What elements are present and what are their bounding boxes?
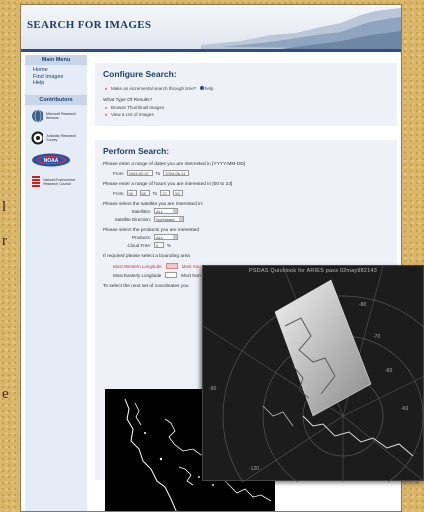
mountain-banner-art <box>201 8 401 49</box>
configure-search-heading: Configure Search: <box>103 69 177 79</box>
lat-label: -80 <box>359 302 367 308</box>
lon-label: -120 <box>249 466 260 472</box>
contributor-logo[interactable]: NOAA <box>25 149 87 171</box>
nasa-logo-icon: NOAA <box>32 153 70 166</box>
perform-search-heading: Perform Search: <box>103 146 170 156</box>
cloud-free-label: Cloud Free: <box>127 242 151 248</box>
help-link[interactable]: help <box>205 86 214 91</box>
satellite-direction-label: Satellite Direction: <box>114 216 151 222</box>
hour-from-minute-input[interactable]: 59 <box>139 190 150 196</box>
north-latitude-label: Most Nort <box>181 272 201 278</box>
edge-glyph: r <box>2 233 7 249</box>
cloud-free-unit: % <box>167 242 172 248</box>
hour-from-input[interactable]: 00 <box>126 190 137 196</box>
result-option-thumbnails[interactable]: Browse Thumbnail Images <box>103 104 389 111</box>
contributors-heading: Contributors <box>25 94 87 105</box>
products-select[interactable]: ALL <box>154 234 178 240</box>
page-banner: SEARCH FOR IMAGES <box>21 5 401 49</box>
configure-search-section: Configure Search: Make an incremental se… <box>95 63 397 126</box>
polar-projection-image <box>203 266 424 482</box>
globe-logo-icon <box>32 109 43 122</box>
satellite-direction-select[interactable]: Northward <box>154 216 184 222</box>
main-menu-heading: Main Menu <box>25 55 87 65</box>
date-from-input[interactable]: 2003-02-07 <box>126 170 153 176</box>
banner-divider <box>21 49 401 52</box>
hour-to-label: To <box>152 190 158 196</box>
ring-logo-icon <box>31 131 44 144</box>
edge-glyph: e <box>2 386 9 402</box>
contributor-logo[interactable]: Microsoft Research Sensors <box>25 105 87 127</box>
help-icon[interactable] <box>199 86 204 90</box>
incremental-search-label: Make an incremental search through time? <box>111 86 197 91</box>
lon-label: -60 <box>401 406 409 412</box>
bounding-area-prompt: If required please select a bounding are… <box>103 254 190 259</box>
contributor-logo[interactable]: Antarctic Research Survey <box>25 127 87 149</box>
quicklook-image-overlay[interactable]: PSDAS Quicklook for ARIES pass 02may9821… <box>202 265 424 482</box>
cloud-free-input[interactable]: 0 <box>154 242 164 248</box>
date-from-label: From <box>113 170 124 176</box>
incremental-search-option[interactable]: Make an incremental search through time?… <box>103 85 389 92</box>
edge-glyph: l <box>2 199 7 215</box>
satellites-select[interactable]: ALL <box>154 208 178 214</box>
east-longitude-input[interactable] <box>165 272 178 278</box>
west-longitude-label: Most Western Longitude <box>113 263 162 269</box>
contributor-logo[interactable]: Natural Environment Research Council <box>25 171 87 193</box>
hour-from-label: From <box>113 190 124 196</box>
hour-to-input[interactable]: 23 <box>160 190 171 196</box>
lon-label: -90 <box>209 386 217 392</box>
products-label: Products: <box>131 234 151 240</box>
lat-label: -60 <box>385 368 393 374</box>
west-longitude-input[interactable] <box>165 263 178 269</box>
result-option-list[interactable]: View a List of Images <box>103 111 389 118</box>
logo-caption: Microsoft Research Sensors <box>45 111 76 120</box>
date-range-prompt: Please enter a range of dates you are in… <box>103 162 246 167</box>
date-to-label: To <box>155 170 161 176</box>
east-longitude-label: Most Easterly Longitude <box>113 272 162 278</box>
nasa-logo-text: NOAA <box>44 158 59 164</box>
stripes-logo-icon <box>32 175 41 187</box>
sidebar: Main Menu Home Find Images Help Contribu… <box>25 55 87 511</box>
hour-to-minute-input[interactable]: 59 <box>173 190 184 196</box>
page-title: SEARCH FOR IMAGES <box>27 19 152 31</box>
lat-label: -70 <box>373 334 381 340</box>
south-latitude-label: Most Sou <box>181 263 201 269</box>
logo-caption: Antarctic Research Survey <box>46 133 76 142</box>
menu-link-help[interactable]: Help <box>33 80 87 87</box>
satellites-label: Satellites: <box>131 208 151 214</box>
hour-range-prompt: Please enter a range of hours you are in… <box>103 182 233 187</box>
date-to-input[interactable]: 2003-06-11 <box>163 170 190 176</box>
logo-caption: Natural Environment Research Council <box>43 177 76 186</box>
